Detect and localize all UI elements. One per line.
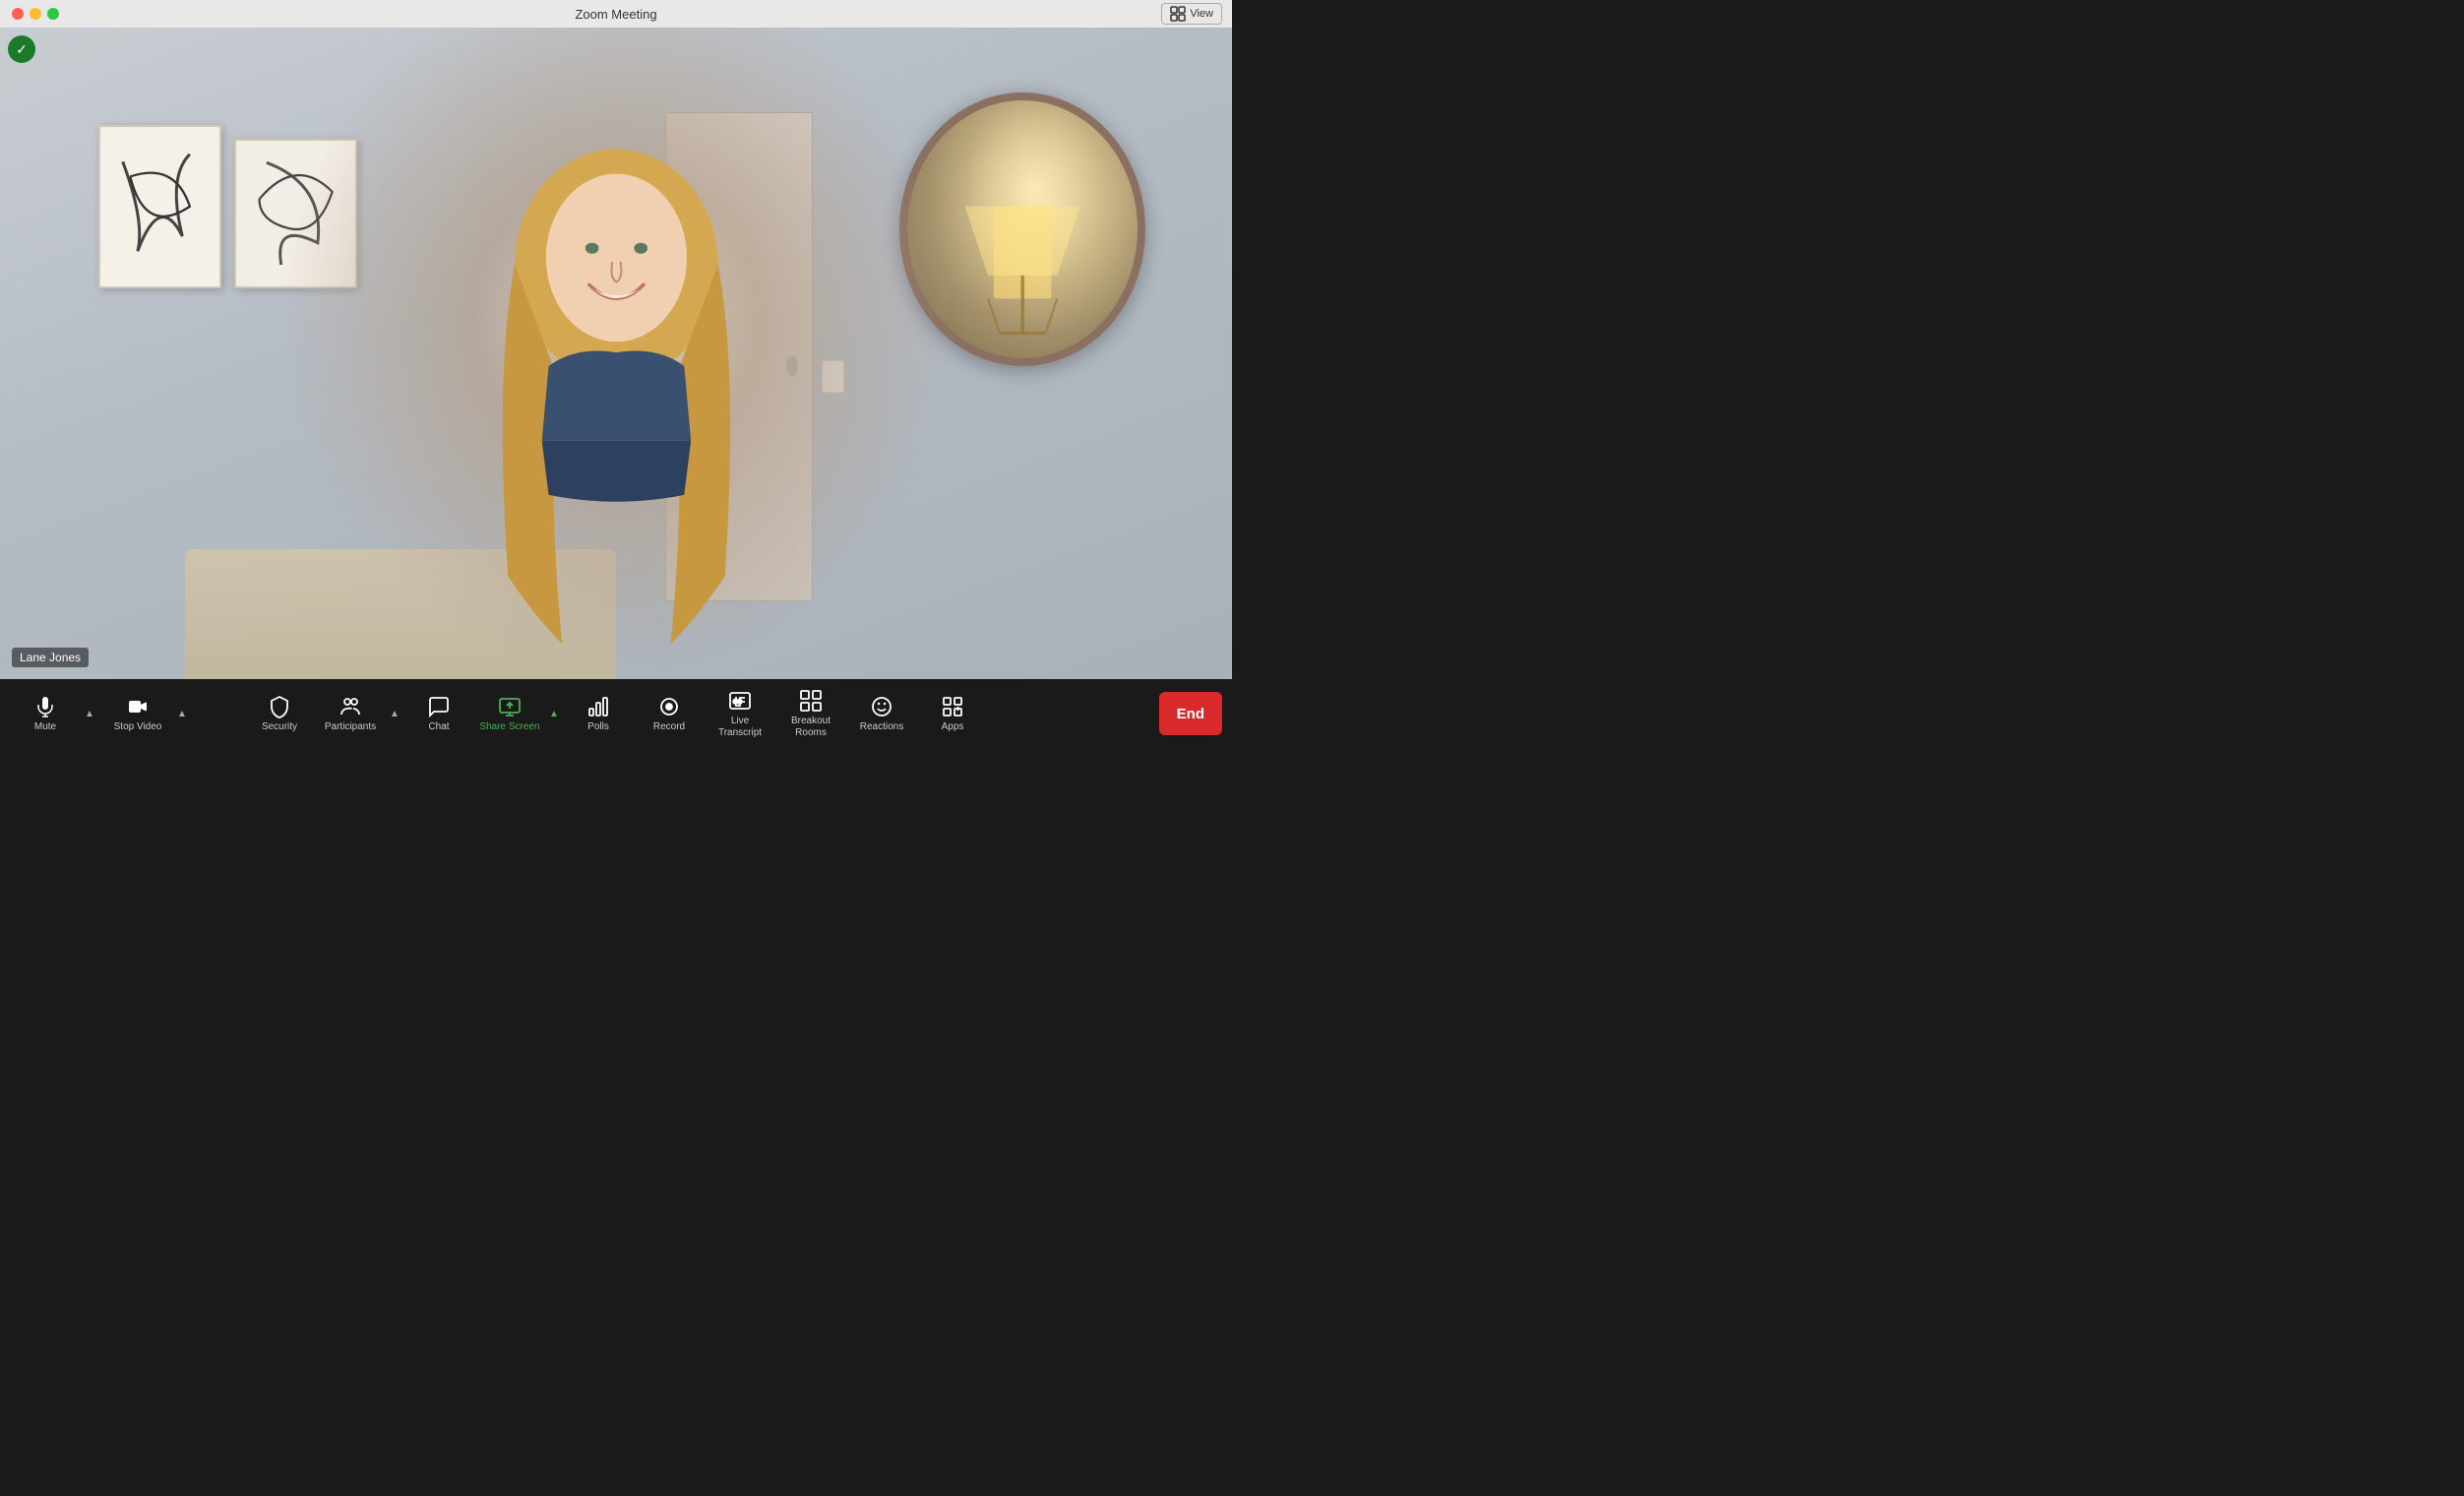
security-label: Security <box>262 721 297 733</box>
security-badge: ✓ <box>8 35 35 63</box>
reactions-button[interactable]: Reactions <box>846 683 917 744</box>
shield-check-icon: ✓ <box>16 41 28 58</box>
chat-label: Chat <box>428 721 449 733</box>
title-bar: Zoom Meeting View <box>0 0 1232 28</box>
participants-button[interactable]: Participants <box>315 683 386 744</box>
polls-button[interactable]: Polls <box>563 683 634 744</box>
participants-arrow[interactable]: ▲ <box>386 683 403 744</box>
participants-group: Participants ▲ <box>315 683 403 744</box>
end-button[interactable]: End <box>1159 692 1222 735</box>
mute-group: Mute ▲ <box>10 683 98 744</box>
close-button[interactable] <box>12 8 24 20</box>
view-button[interactable]: View <box>1161 3 1222 25</box>
mute-arrow[interactable]: ▲ <box>81 683 98 744</box>
record-button[interactable]: Record <box>634 683 705 744</box>
reactions-label: Reactions <box>860 721 903 733</box>
live-transcript-label: Live Transcript <box>708 716 771 739</box>
record-label: Record <box>653 721 685 733</box>
toolbar: Mute ▲ Stop Video ▲ Security <box>0 679 1232 748</box>
maximize-button[interactable] <box>47 8 59 20</box>
apps-button[interactable]: Apps <box>917 683 988 744</box>
toolbar-left-group: Mute ▲ Stop Video ▲ <box>10 683 191 744</box>
minimize-button[interactable] <box>30 8 41 20</box>
apps-label: Apps <box>942 721 964 733</box>
share-screen-label: Share Screen <box>479 721 539 733</box>
stop-video-group: Stop Video ▲ <box>102 683 191 744</box>
toolbar-center-group: Security Participants ▲ Chat <box>244 683 988 744</box>
share-screen-group: Share Screen ▲ <box>474 683 563 744</box>
stop-video-button[interactable]: Stop Video <box>102 683 173 744</box>
share-screen-button[interactable]: Share Screen <box>474 683 545 744</box>
live-transcript-button[interactable]: CC Live Transcript <box>705 683 775 744</box>
window-title: Zoom Meeting <box>575 7 656 22</box>
svg-text:CC: CC <box>733 700 742 706</box>
stop-video-arrow[interactable]: ▲ <box>173 683 191 744</box>
polls-label: Polls <box>587 721 609 733</box>
participant-name-label: Lane Jones <box>12 648 89 667</box>
breakout-rooms-button[interactable]: Breakout Rooms <box>775 683 846 744</box>
chat-button[interactable]: Chat <box>403 683 474 744</box>
person-area <box>277 28 955 679</box>
security-button[interactable]: Security <box>244 683 315 744</box>
toolbar-right-group: End <box>1159 692 1222 735</box>
video-background: ✓ Lane Jones <box>0 28 1232 679</box>
mute-button[interactable]: Mute <box>10 683 81 744</box>
share-screen-arrow[interactable]: ▲ <box>545 683 563 744</box>
video-area: ✓ Lane Jones <box>0 28 1232 679</box>
mute-label: Mute <box>34 721 56 733</box>
window-controls <box>12 8 59 20</box>
participants-label: Participants <box>325 721 376 733</box>
breakout-rooms-label: Breakout Rooms <box>779 716 842 739</box>
art-frame-left <box>98 125 221 288</box>
stop-video-label: Stop Video <box>114 721 162 733</box>
view-label: View <box>1190 8 1213 20</box>
person-hair <box>480 80 751 666</box>
